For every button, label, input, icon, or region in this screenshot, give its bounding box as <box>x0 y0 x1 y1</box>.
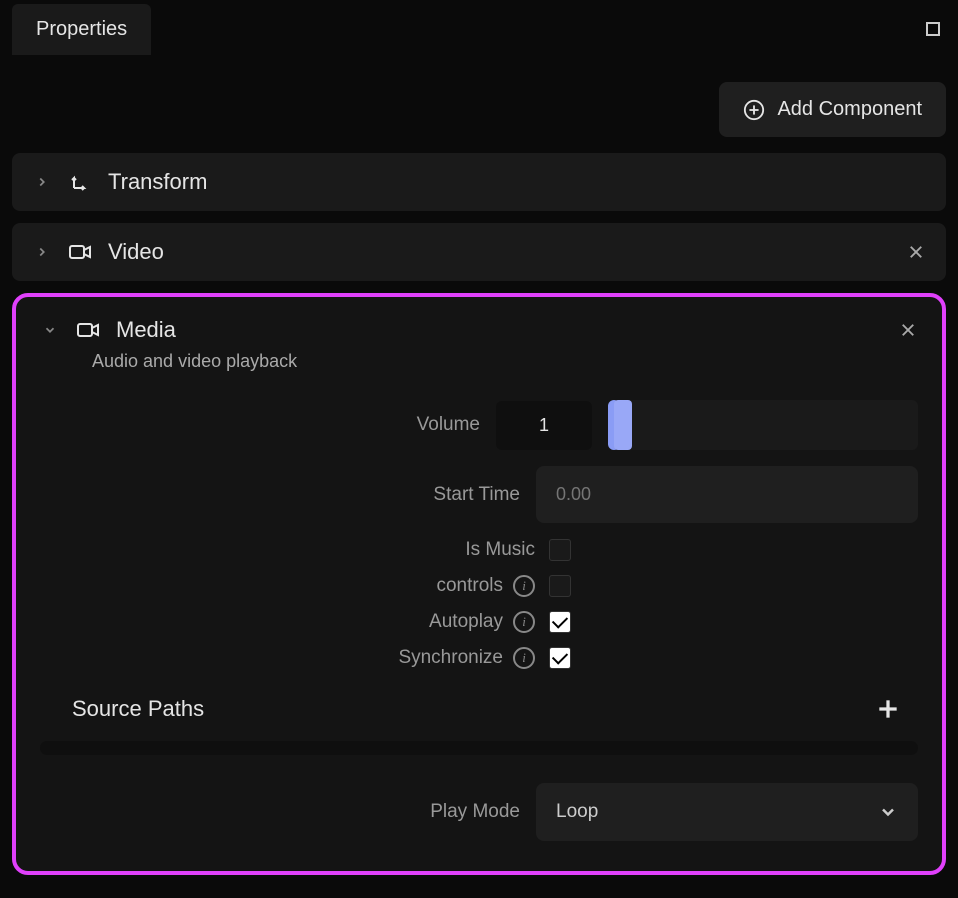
synchronize-checkbox[interactable] <box>549 647 571 669</box>
close-icon <box>899 321 917 339</box>
video-component-row[interactable]: Video <box>12 223 946 281</box>
source-paths-row: Source Paths <box>40 693 918 725</box>
autoplay-row: Autoplay i <box>40 611 918 633</box>
controls-label: controls i <box>40 575 535 597</box>
media-component-panel: Media Audio and video playback Volume St… <box>12 293 946 875</box>
info-icon[interactable]: i <box>513 647 535 669</box>
video-icon <box>68 240 92 264</box>
close-button[interactable] <box>898 320 918 340</box>
chevron-down-icon <box>878 802 898 822</box>
play-mode-row: Play Mode Loop <box>40 783 918 841</box>
tab-bar: Properties <box>0 0 958 58</box>
add-source-path-button[interactable] <box>872 693 904 725</box>
video-icon <box>76 318 100 342</box>
close-icon <box>907 243 925 261</box>
start-time-label: Start Time <box>40 484 520 506</box>
transform-title: Transform <box>108 169 926 195</box>
content-area: Add Component Transform Video <box>0 58 958 875</box>
add-component-button[interactable]: Add Component <box>719 82 946 137</box>
volume-slider[interactable] <box>608 400 918 450</box>
volume-input[interactable] <box>496 401 592 450</box>
plus-icon <box>875 696 901 722</box>
media-subtitle: Audio and video playback <box>92 351 918 372</box>
maximize-button[interactable] <box>924 20 942 38</box>
volume-label: Volume <box>40 414 480 436</box>
controls-checkbox[interactable] <box>549 575 571 597</box>
controls-row: controls i <box>40 575 918 597</box>
is-music-checkbox[interactable] <box>549 539 571 561</box>
start-time-input[interactable] <box>536 466 918 523</box>
transform-component-row[interactable]: Transform <box>12 153 946 211</box>
play-mode-value: Loop <box>556 801 598 823</box>
synchronize-row: Synchronize i <box>40 647 918 669</box>
add-component-label: Add Component <box>777 98 922 121</box>
is-music-row: Is Music <box>40 539 918 561</box>
play-mode-label: Play Mode <box>40 801 520 823</box>
close-button[interactable] <box>906 242 926 262</box>
is-music-label: Is Music <box>40 539 535 561</box>
source-paths-list <box>40 741 918 755</box>
volume-slider-thumb[interactable] <box>614 400 632 450</box>
source-paths-title: Source Paths <box>72 696 204 722</box>
plus-circle-icon <box>743 99 765 121</box>
synchronize-label: Synchronize i <box>40 647 535 669</box>
tab-properties[interactable]: Properties <box>12 4 151 55</box>
chevron-right-icon[interactable] <box>32 172 52 192</box>
start-time-row: Start Time <box>40 466 918 523</box>
maximize-icon <box>926 22 940 36</box>
info-icon[interactable]: i <box>513 575 535 597</box>
transform-icon <box>68 170 92 194</box>
properties-panel: Properties Add Component Transform <box>0 0 958 898</box>
chevron-down-icon[interactable] <box>40 320 60 340</box>
media-header: Media <box>40 317 918 343</box>
play-mode-select[interactable]: Loop <box>536 783 918 841</box>
add-component-row: Add Component <box>12 58 946 153</box>
info-icon[interactable]: i <box>513 611 535 633</box>
autoplay-checkbox[interactable] <box>549 611 571 633</box>
volume-row: Volume <box>40 400 918 450</box>
video-title: Video <box>108 239 890 265</box>
autoplay-label: Autoplay i <box>40 611 535 633</box>
chevron-right-icon[interactable] <box>32 242 52 262</box>
media-title: Media <box>116 317 882 343</box>
